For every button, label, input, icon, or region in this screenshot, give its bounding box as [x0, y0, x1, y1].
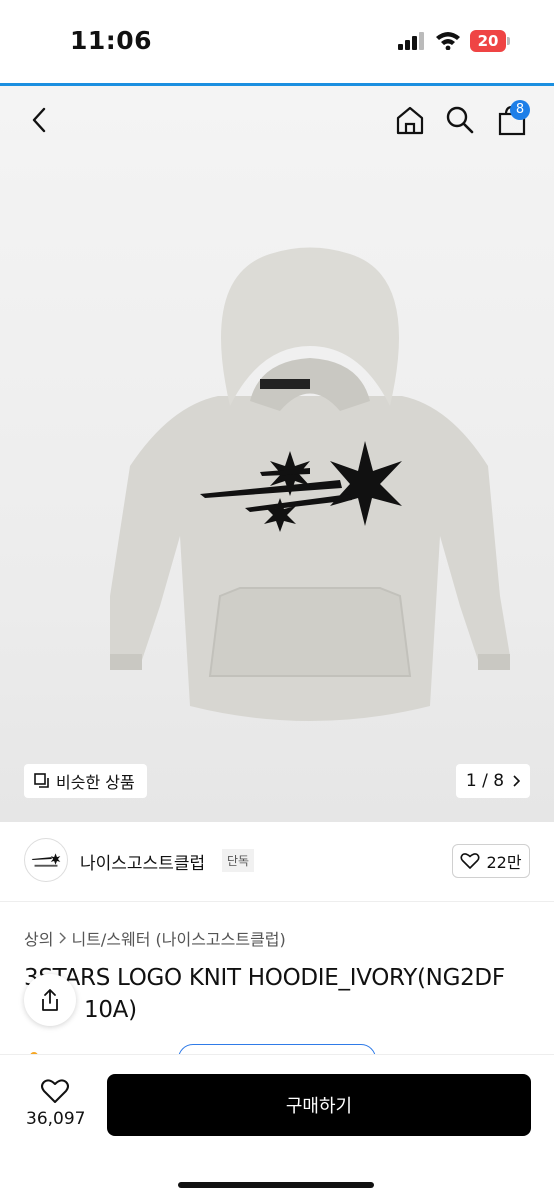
product-title: 3STARS LOGO KNIT HOODIE_IVORY(NG2DF 10A) — [24, 962, 534, 1026]
battery-level: 20 — [470, 30, 506, 52]
search-button[interactable] — [440, 100, 480, 140]
breadcrumb: 상의 니트/스웨터 (나이스고스트클럽) — [24, 926, 286, 950]
chevron-left-icon — [32, 107, 46, 133]
breadcrumb-subcategory[interactable]: 니트/스웨터 (나이스고스트클럽) — [71, 926, 285, 950]
share-button[interactable] — [24, 974, 76, 1026]
back-button[interactable] — [20, 100, 60, 140]
buy-button[interactable]: 구매하기 — [107, 1074, 531, 1136]
similar-products-button[interactable]: 비슷한 상품 — [24, 764, 147, 798]
cart-count-badge: 8 — [510, 100, 530, 120]
wish-count: 36,097 — [26, 1109, 86, 1129]
home-icon — [396, 106, 424, 135]
battery-icon: 20 — [470, 30, 510, 52]
brand-row[interactable]: 나이스고스트클럽 단독 22만 — [0, 822, 554, 902]
home-indicator — [178, 1182, 374, 1188]
search-icon — [446, 106, 474, 134]
share-icon — [42, 989, 58, 1011]
brand-name[interactable]: 나이스고스트클럽 — [80, 849, 205, 874]
heart-icon[interactable] — [40, 1077, 70, 1105]
image-page-indicator[interactable]: 1 / 8 — [456, 764, 530, 798]
copy-icon — [34, 773, 49, 788]
brand-logo[interactable] — [24, 838, 68, 882]
status-time: 11:06 — [70, 26, 153, 55]
heart-icon — [460, 853, 480, 869]
bottom-action-bar: 36,097 구매하기 — [0, 1054, 554, 1200]
home-button[interactable] — [390, 100, 430, 140]
breadcrumb-category[interactable]: 상의 — [24, 926, 53, 950]
similar-products-label: 비슷한 상품 — [56, 773, 135, 792]
wifi-icon — [436, 32, 460, 50]
chevron-right-icon — [513, 775, 521, 787]
signal-icon — [398, 32, 424, 50]
product-title-line1: 3STARS LOGO KNIT HOODIE_IVORY(NG2DF — [24, 965, 505, 991]
exclusive-tag: 단독 — [222, 849, 255, 872]
chevron-right-icon — [59, 932, 67, 944]
hoodie-image — [110, 247, 510, 721]
brand-like-count: 22만 — [486, 853, 522, 872]
status-bar: 11:06 20 — [0, 0, 554, 84]
product-title-line2: 10A) — [84, 997, 137, 1023]
page-indicator-text: 1 / 8 — [465, 771, 505, 791]
brand-like-button[interactable]: 22만 — [452, 844, 530, 878]
